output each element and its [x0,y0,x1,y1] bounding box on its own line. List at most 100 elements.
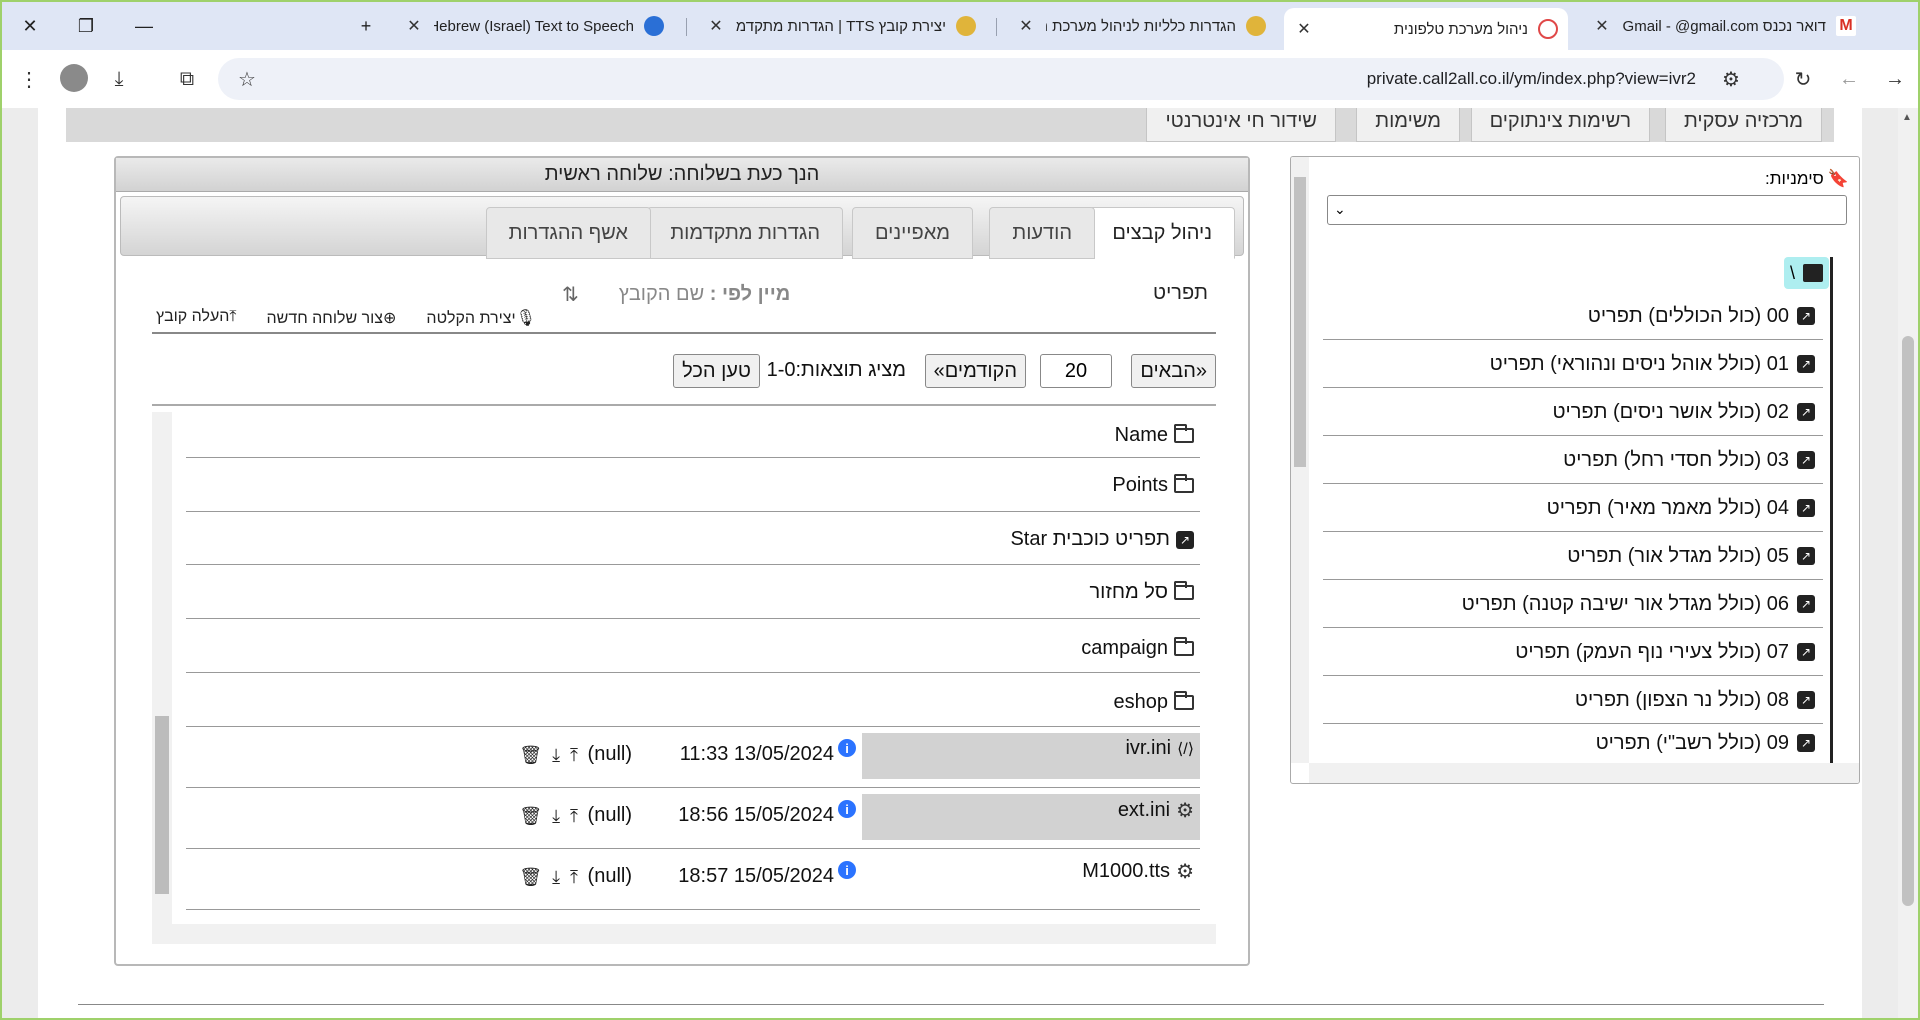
plus-circle-icon: ⊕ [383,310,397,327]
tab-file-management[interactable]: ניהול קבצים [1089,207,1235,259]
nav-live-broadcast[interactable]: שידור חי אינטרנטי [1146,108,1336,142]
file-row[interactable]: M1000.tts ⚙ i 18:57 15/05/2024 (null) 🗑 ⤓… [186,849,1200,910]
tab-tts[interactable]: Hebrew (Israel) Text to Speech ✕ [394,8,674,44]
download-icon[interactable]: ⤓ [552,867,560,888]
close-tab-icon[interactable]: ✕ [1014,16,1038,36]
delete-icon[interactable]: 🗑 [519,745,542,766]
external-link-icon: ↗ [1797,547,1815,565]
subtabs-bar: ניהול קבצים הודעות מאפיינים הגדרות מתקדמ… [120,196,1244,259]
microphone-icon: 🎙 [515,310,536,327]
bookmarks-select[interactable]: ⌄ [1327,195,1847,225]
sort-icon[interactable]: ⇅ [562,282,579,307]
external-link-icon: ↗ [1176,530,1194,549]
file-list: Name Points Star תפריט כוכבית ↗ סל מחזור … [152,412,1216,944]
tree-item[interactable]: ↗ 05 (כולל מגדל אור) תפריט [1323,533,1823,580]
divider [152,404,1216,406]
tree-item[interactable]: ↗ 07 (כולל צעירי נוף העמק) תפריט [1323,629,1823,676]
info-icon[interactable]: i [838,800,856,818]
site-favicon-icon [956,16,976,36]
download-icon[interactable]: ⤓ [552,745,560,766]
bookmark-star-icon[interactable]: ☆ [234,66,260,92]
file-row[interactable]: campaign [186,619,1200,673]
url-text[interactable]: private.call2all.co.il/ym/index.php?view… [1367,69,1696,89]
forward-icon[interactable]: → [1882,66,1908,92]
tree-item[interactable]: ↗ 08 (כולל נר הצפון) תפריט [1323,677,1823,724]
download-icon[interactable]: ⤓ [552,806,560,827]
restore-window-icon[interactable]: ❐ [66,10,106,42]
menu-icon[interactable]: ⋮ [16,66,42,92]
close-tab-icon[interactable]: ✕ [402,16,426,36]
prev-button[interactable]: הקודמים» [924,354,1026,388]
bookmarks-hscrollbar[interactable] [1309,763,1859,783]
tab-phone-system[interactable]: ניהול מערכת טלפונית ✕ [1284,8,1568,50]
tree-item[interactable]: ↗ 02 (כולל אושר ניסים) תפריט [1323,389,1823,436]
tree-item[interactable]: ↗ 09 (כולל רשב"י) תפריט [1323,723,1823,763]
upload-file-button[interactable]: ⤒העלה קובץ [156,308,237,328]
page-scrollbar[interactable]: ▲ [1898,108,1918,1018]
close-tab-icon[interactable]: ✕ [1590,16,1614,36]
reload-icon[interactable]: ↻ [1790,66,1816,92]
info-icon[interactable]: i [838,861,856,879]
info-icon[interactable]: i [838,739,856,757]
page-content: מרכזיה עסקית רשימות צינתוקים משימות שידו… [38,108,1862,1018]
file-row[interactable]: Name [186,412,1200,458]
tree-root[interactable]: \ [1783,257,1829,289]
avatar[interactable] [60,64,88,92]
close-window-icon[interactable]: ✕ [10,10,50,42]
tab-properties[interactable]: מאפיינים [851,207,973,259]
close-tab-icon[interactable]: ✕ [704,16,728,36]
nav-tzintuk-lists[interactable]: רשימות צינתוקים [1470,108,1650,142]
tree-item[interactable]: ↗ 00 (כול הכוללים) תפריט [1323,293,1823,340]
page-size-input[interactable]: 20 [1040,354,1112,388]
tab-settings-wizard[interactable]: אשף ההגדרות [485,207,651,259]
archive-icon [1803,264,1823,282]
delete-icon[interactable]: 🗑 [519,806,542,827]
back-icon[interactable]: ← [1836,66,1862,92]
external-link-icon: ↗ [1797,403,1815,421]
gear-icon: ⚙ [1176,800,1194,822]
file-row[interactable]: Points [186,458,1200,512]
tab-tts-settings[interactable]: יצירת קובץ TTS | הגדרות מתקדמות ✕ [696,8,986,44]
file-actions: 🎙יצירת הקלטה ⊕צור שלוחה חדשה ⤒העלה קובץ [156,308,596,328]
file-row[interactable]: ivr.ini ⟨/⟩ i 11:33 13/05/2024 (null) 🗑 ⤓… [186,727,1200,788]
minimize-window-icon[interactable]: — [124,10,164,42]
bookmarks-scrollbar[interactable] [1291,157,1309,763]
tree-line [1830,257,1833,763]
folder-icon [1174,691,1194,710]
filelist-hscrollbar[interactable] [152,924,1216,944]
close-tab-icon[interactable]: ✕ [1292,19,1316,39]
upload-icon[interactable]: ⤒ [570,745,578,766]
sort-control[interactable]: מיין לפי : שם הקובץ ⇅ [562,282,790,307]
upload-icon[interactable]: ⤒ [570,806,578,827]
new-extension-button[interactable]: ⊕צור שלוחה חדשה [267,308,397,328]
delete-icon[interactable]: 🗑 [519,867,542,888]
upload-icon[interactable]: ⤒ [570,867,578,888]
external-link-icon: ↗ [1797,691,1815,709]
next-button[interactable]: «הבאים [1131,354,1216,388]
divider [152,332,1216,334]
tab-general-settings[interactable]: הגדרות כלליות לניהול מערכת ה ✕ [1006,8,1276,44]
tree-item[interactable]: ↗ 04 (כולל מאמר מאיר) תפריט [1323,485,1823,532]
tab-gmail[interactable]: M דואר נכנס Gmail - @gmail.com ✕ [1582,8,1866,44]
download-icon[interactable]: ⤓ [106,66,132,92]
tab-advanced-settings[interactable]: הגדרות מתקדמות [647,207,843,259]
nav-business-pbx[interactable]: מרכזיה עסקית [1665,108,1822,142]
record-button[interactable]: 🎙יצירת הקלטה [426,308,536,328]
new-tab-button[interactable]: + [346,10,386,42]
filelist-scrollbar[interactable] [152,412,172,924]
address-bar[interactable]: ☆ private.call2all.co.il/ym/index.php?vi… [218,58,1784,100]
file-row[interactable]: Star תפריט כוכבית ↗ [186,512,1200,565]
external-link-icon: ↗ [1797,355,1815,373]
folder-icon [1174,474,1194,493]
tree-item[interactable]: ↗ 06 (כולל מגדל אור ישיבה קטנה) תפריט [1323,581,1823,628]
tab-messages[interactable]: הודעות [989,207,1095,259]
file-row[interactable]: eshop [186,673,1200,727]
tree-item[interactable]: ↗ 01 (כולל אוהל ניסים ונהוראי) תפריט [1323,341,1823,388]
extensions-icon[interactable]: ⧉ [174,66,200,92]
load-all-button[interactable]: טען הכל [673,354,760,388]
file-row[interactable]: ext.ini ⚙ i 18:56 15/05/2024 (null) 🗑 ⤓ ⤒ [186,788,1200,849]
nav-tasks[interactable]: משימות [1356,108,1460,142]
file-row[interactable]: סל מחזור [186,565,1200,619]
tree-item[interactable]: ↗ 03 (כולל חסדי רחל) תפריט [1323,437,1823,484]
site-settings-icon[interactable]: ⚙ [1718,66,1744,92]
